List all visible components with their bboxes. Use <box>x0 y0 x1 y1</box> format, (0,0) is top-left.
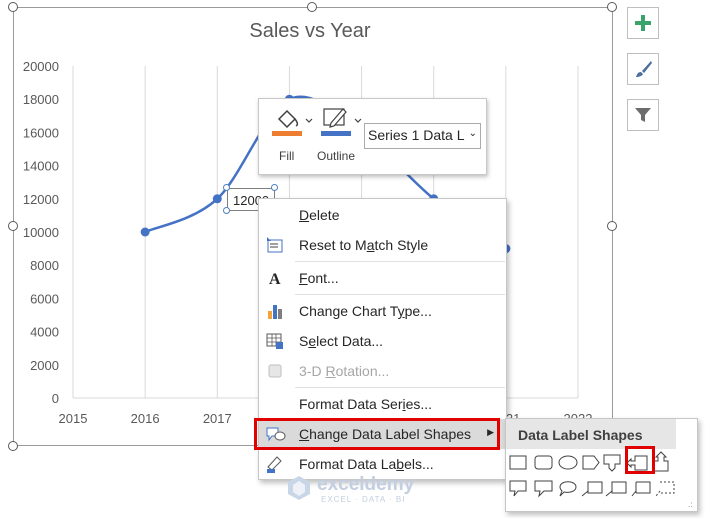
chart-element-select-value: Series 1 Data L <box>368 127 465 143</box>
rectangle-shape-icon[interactable] <box>509 455 527 470</box>
outline-label: Outline <box>317 149 356 163</box>
reset-style-icon <box>265 235 285 255</box>
y-tick-label: 12000 <box>23 192 59 207</box>
y-tick-label: 8000 <box>30 258 59 273</box>
fill-label: Fill <box>279 149 295 163</box>
select-data-icon <box>265 331 285 351</box>
watermark-brand: exceldemy <box>317 474 415 495</box>
y-tick-label: 6000 <box>30 291 59 306</box>
svg-text:A: A <box>269 271 281 288</box>
y-tick-label: 10000 <box>23 225 59 240</box>
shape-gallery: .: <box>509 451 692 509</box>
watermark-tagline: EXCEL · DATA · BI <box>321 495 406 504</box>
menu-item-change-chart-type[interactable]: Change Chart Type... <box>259 296 506 326</box>
menu-item-format-data-series[interactable]: Format Data Series... <box>259 389 506 419</box>
menu-separator <box>295 294 505 295</box>
menu-item-label: Font... <box>299 270 339 286</box>
submenu-title: Data Label Shapes <box>506 419 676 449</box>
highlight-box <box>254 418 500 450</box>
menu-item-3d-rotation: 3-D Rotation... <box>259 356 506 386</box>
menu-item-label: Select Data... <box>299 333 384 349</box>
data-label-shapes-submenu: Data Label Shapes .: <box>505 418 698 512</box>
x-tick-label: 2017 <box>203 411 232 426</box>
data-point[interactable] <box>140 227 150 237</box>
pentagon-arrow-shape-icon[interactable] <box>582 455 600 470</box>
menu-item-label: Format Data Series... <box>299 396 433 412</box>
pen-icon <box>321 108 362 136</box>
font-icon: A <box>265 268 285 288</box>
rounded-rectangle-shape-icon[interactable] <box>534 455 553 470</box>
chart-elements-button[interactable] <box>627 7 659 39</box>
svg-text:.:: .: <box>688 500 692 509</box>
menu-item-label: Reset to Match Style <box>299 237 429 253</box>
menu-item-label: Delete <box>299 207 340 223</box>
watermark: exceldemy EXCEL · DATA · BI <box>287 471 437 505</box>
menu-item-reset-style[interactable]: Reset to Match Style <box>259 230 506 260</box>
oval-shape-icon[interactable] <box>558 455 578 470</box>
oval-callout-shape-icon[interactable] <box>559 481 577 497</box>
filter-icon <box>635 108 651 122</box>
dashed-callout-shape-icon[interactable] <box>655 481 675 497</box>
exceldemy-logo-icon <box>288 476 310 500</box>
paint-bucket-icon <box>272 109 313 136</box>
chevron-down-icon: ⌄ <box>468 128 477 139</box>
y-tick-label: 20000 <box>23 59 59 74</box>
chart-element-select[interactable]: Series 1 Data L ⌄ <box>364 123 481 149</box>
3d-rotation-icon <box>265 361 285 381</box>
y-tick-label: 0 <box>52 391 59 406</box>
menu-item-label: Change Chart Type... <box>299 303 432 319</box>
highlight-box <box>625 446 655 474</box>
up-arrow-callout-shape-icon[interactable] <box>653 451 669 472</box>
menu-item-label: Format Data Labels... <box>299 456 434 472</box>
y-tick-label: 18000 <box>23 92 59 107</box>
paintbrush-icon <box>636 61 652 77</box>
label-handle[interactable] <box>223 184 230 191</box>
rounded-callout-shape-icon[interactable] <box>534 480 553 498</box>
menu-separator <box>295 261 505 262</box>
label-handle[interactable] <box>271 184 278 191</box>
plus-icon <box>635 15 651 31</box>
y-tick-label: 16000 <box>23 125 59 140</box>
chart-filters-button[interactable] <box>627 99 659 131</box>
menu-item-select-data[interactable]: Select Data... <box>259 326 506 356</box>
change-chart-type-icon <box>265 301 285 321</box>
x-tick-label: 2016 <box>131 411 160 426</box>
menu-item-font[interactable]: Font... A <box>259 263 506 293</box>
down-arrow-callout-shape-icon[interactable] <box>603 454 621 472</box>
data-point[interactable] <box>212 194 222 204</box>
outline-button[interactable]: Outline <box>317 105 367 169</box>
y-tick-label: 2000 <box>30 358 59 373</box>
menu-item-label: 3-D Rotation... <box>299 363 390 379</box>
menu-separator <box>295 387 505 388</box>
menu-item-delete[interactable]: Delete <box>259 200 506 230</box>
x-tick-label: 2015 <box>59 411 88 426</box>
chart-styles-button[interactable] <box>627 53 659 85</box>
fill-button[interactable]: Fill <box>269 105 314 169</box>
y-tick-label: 14000 <box>23 159 59 174</box>
format-labels-icon <box>265 454 285 474</box>
rectangular-callout-shape-icon[interactable] <box>509 480 527 497</box>
format-mini-toolbar: Fill Outline Series 1 Data L ⌄ <box>258 98 487 175</box>
y-tick-label: 4000 <box>30 325 59 340</box>
label-handle[interactable] <box>223 207 230 214</box>
line-callout-2-shape-icon[interactable] <box>605 481 627 497</box>
accent-callout-shape-icon[interactable] <box>631 481 651 497</box>
line-callout-shape-icon[interactable] <box>581 481 603 497</box>
